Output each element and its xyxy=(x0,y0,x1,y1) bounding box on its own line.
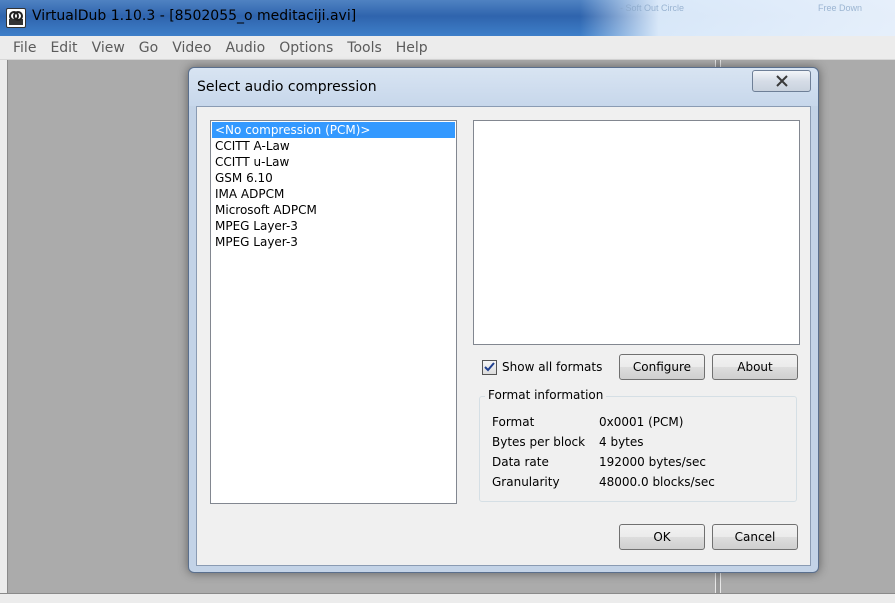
dialog-client-area: <No compression (PCM)> CCITT A-Law CCITT… xyxy=(196,106,811,566)
menu-go[interactable]: Go xyxy=(132,40,165,56)
codec-item[interactable]: IMA ADPCM xyxy=(212,186,455,202)
format-label: Format xyxy=(492,415,535,429)
menu-edit[interactable]: Edit xyxy=(43,40,84,56)
codec-item[interactable]: GSM 6.10 xyxy=(212,170,455,186)
codec-item[interactable]: MPEG Layer-3 xyxy=(212,218,455,234)
menu-options[interactable]: Options xyxy=(272,40,340,56)
menu-file[interactable]: File xyxy=(6,40,43,56)
window-title: VirtualDub 1.10.3 - [8502055_o meditacij… xyxy=(32,8,357,24)
virtualdub-app-icon[interactable] xyxy=(6,8,26,28)
audio-compression-dialog: Select audio compression <No compression… xyxy=(188,67,819,573)
bytes-per-block-value: 4 bytes xyxy=(599,435,644,449)
bytes-per-block-label: Bytes per block xyxy=(492,435,586,449)
format-value: 0x0001 (PCM) xyxy=(599,415,684,429)
checkmark-icon xyxy=(484,362,495,372)
granularity-label: Granularity xyxy=(492,475,560,489)
close-icon xyxy=(775,75,788,87)
data-rate-value: 192000 bytes/sec xyxy=(599,455,706,469)
menu-tools[interactable]: Tools xyxy=(340,40,389,56)
configure-button[interactable]: Configure xyxy=(619,354,705,380)
data-rate-label: Data rate xyxy=(492,455,549,469)
virtualdub-window: - Soft Out Circle Free Down VirtualDub 1… xyxy=(0,0,895,603)
menu-help[interactable]: Help xyxy=(389,40,435,56)
format-list[interactable] xyxy=(473,120,800,345)
dialog-close-button[interactable] xyxy=(752,70,811,92)
menu-bar: File Edit View Go Video Audio Options To… xyxy=(0,36,895,60)
format-information-title: Format information xyxy=(485,388,607,402)
menu-audio[interactable]: Audio xyxy=(218,40,272,56)
ok-button[interactable]: OK xyxy=(619,524,705,550)
codec-item[interactable]: CCITT A-Law xyxy=(212,138,455,154)
main-title-bar[interactable]: - Soft Out Circle Free Down VirtualDub 1… xyxy=(0,0,895,36)
status-bar xyxy=(0,593,895,603)
codec-item-selected[interactable]: <No compression (PCM)> xyxy=(212,122,455,138)
dialog-title-bar[interactable]: Select audio compression xyxy=(189,68,818,106)
menu-video[interactable]: Video xyxy=(165,40,218,56)
background-window-hint: - Soft Out Circle xyxy=(620,3,685,13)
granularity-value: 48000.0 blocks/sec xyxy=(599,475,715,489)
workspace-left-border xyxy=(0,60,8,603)
codec-item[interactable]: MPEG Layer-3 xyxy=(212,234,455,250)
background-window-hint: Free Down xyxy=(818,3,863,13)
codec-item[interactable]: Microsoft ADPCM xyxy=(212,202,455,218)
cancel-button[interactable]: Cancel xyxy=(712,524,798,550)
menu-view[interactable]: View xyxy=(85,40,132,56)
title-bar-glass: - Soft Out Circle Free Down xyxy=(580,0,895,36)
show-all-formats-checkbox[interactable] xyxy=(482,359,497,375)
dialog-title: Select audio compression xyxy=(197,79,377,95)
show-all-formats-toggle[interactable]: Show all formats xyxy=(482,358,602,376)
show-all-formats-label[interactable]: Show all formats xyxy=(502,360,602,374)
codec-list[interactable]: <No compression (PCM)> CCITT A-Law CCITT… xyxy=(210,120,457,504)
about-button[interactable]: About xyxy=(712,354,798,380)
codec-item[interactable]: CCITT u-Law xyxy=(212,154,455,170)
